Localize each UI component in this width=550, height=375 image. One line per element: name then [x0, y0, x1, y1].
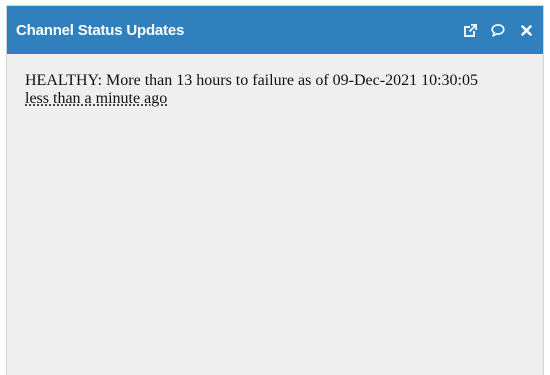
panel-body: HEALTHY: More than 13 hours to failure a…: [7, 54, 543, 108]
close-icon[interactable]: [519, 23, 533, 37]
external-link-icon[interactable]: [463, 23, 477, 37]
panel-title: Channel Status Updates: [16, 21, 185, 39]
channel-status-panel: Channel Status Updates HEALTHY: More tha…: [6, 5, 544, 375]
panel-actions: [463, 23, 533, 37]
status-timestamp: less than a minute ago: [25, 90, 168, 107]
comment-icon[interactable]: [491, 23, 505, 37]
panel-header: Channel Status Updates: [7, 6, 543, 54]
status-message: HEALTHY: More than 13 hours to failure a…: [25, 72, 478, 89]
